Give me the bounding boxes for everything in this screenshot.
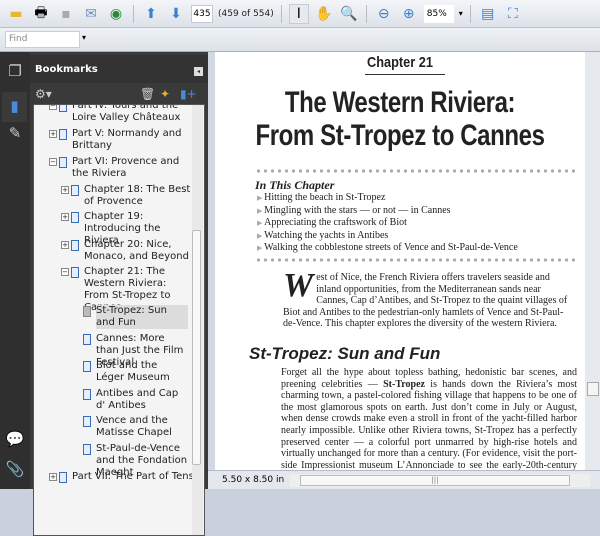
page-count: (459 of 554) — [218, 8, 274, 19]
bookmarks-header: Bookmarks ◂ — [30, 55, 208, 83]
find-dropdown-icon[interactable]: ▾ — [82, 33, 86, 42]
zoom-in-icon[interactable]: ⊕ — [399, 4, 419, 24]
bookmark-part-4[interactable]: − Part IV: Tours and the Loire Valley Châ… — [49, 105, 197, 124]
drop-cap: W — [283, 267, 314, 304]
bookmark-icon — [83, 334, 91, 345]
page-size: 5.50 x 8.50 in — [222, 475, 285, 485]
separator — [133, 4, 134, 23]
bookmark-st-tropez[interactable]: St-Tropez: Sun and Fun — [83, 305, 188, 329]
separator — [469, 4, 471, 23]
section-heading: St-Tropez: Sun and Fun — [249, 344, 441, 363]
bookmark-icon — [83, 416, 91, 427]
bookmark-icon — [83, 389, 91, 400]
page-number-input[interactable]: 435 — [191, 4, 213, 23]
save-icon[interactable]: ▪ — [56, 4, 76, 24]
options-gear-icon[interactable]: ⚙▾ — [35, 87, 52, 101]
bookmark-icon — [83, 444, 91, 455]
pages-icon[interactable]: ❐ — [5, 62, 25, 82]
dotted-divider — [255, 258, 575, 262]
hand-tool-icon[interactable]: ✋ — [314, 4, 334, 24]
next-page-icon[interactable]: ⬇ — [166, 4, 186, 24]
bookmark-icon — [59, 105, 67, 112]
fit-width-icon[interactable]: ▤ — [478, 4, 498, 24]
collaborate-globe-icon[interactable]: ◉ — [106, 4, 126, 24]
expand-icon[interactable]: + — [49, 130, 57, 138]
toolbar: ▬ 🖶 ▪ ✉ ◉ ⬆ ⬇ 435 (459 of 554) I ✋ 🔍 ⊖ ⊕… — [0, 0, 600, 28]
separator — [280, 4, 282, 23]
bookmarks-title: Bookmarks — [35, 64, 98, 75]
bookmark-icon — [71, 240, 79, 251]
bookmark-tree: − Part IV: Tours and the Loire Valley Châ… — [33, 104, 205, 536]
attachments-icon[interactable]: 📎 — [5, 460, 25, 480]
collapse-icon[interactable]: − — [49, 158, 57, 166]
bookmarks-scroll-thumb[interactable] — [192, 230, 201, 465]
zoom-dropdown-icon[interactable]: ▾ — [459, 9, 463, 18]
comments-icon[interactable]: 💬 — [5, 430, 25, 450]
collapse-icon[interactable]: − — [49, 105, 57, 110]
chapter-underline — [365, 74, 445, 75]
chapter-number: Chapter 21 — [367, 54, 433, 71]
bookmark-icon — [59, 129, 67, 140]
signatures-icon[interactable]: ✎ — [5, 124, 25, 144]
expand-bookmark-icon[interactable]: ▮+ — [180, 87, 197, 101]
bookmark-vence[interactable]: Vence and the Matisse Chapel — [83, 415, 188, 439]
bookmarks-icon[interactable]: ▮ — [2, 92, 27, 122]
bookmarks-scrollbar[interactable] — [192, 105, 203, 535]
bookmark-icon — [59, 472, 67, 483]
document-horizontal-scrollbar[interactable]: ||| — [290, 474, 590, 487]
delete-bookmark-icon[interactable]: 🗑 — [140, 87, 155, 101]
fit-page-icon[interactable]: ⛶ — [503, 4, 523, 24]
body-paragraph: Forget all the hype about topless bathin… — [281, 367, 578, 470]
dotted-divider — [255, 169, 575, 173]
bookmark-icon — [59, 157, 67, 168]
bookmarks-panel: Bookmarks ◂ ⚙▾ 🗑 ✦ ▮+ − Part IV: Tours an… — [30, 52, 208, 536]
expand-icon[interactable]: + — [61, 186, 69, 194]
previous-page-icon[interactable]: ⬆ — [141, 4, 161, 24]
bookmark-chapter-18[interactable]: + Chapter 18: The Best of Provence — [61, 184, 194, 208]
marquee-zoom-icon[interactable]: 🔍 — [339, 4, 359, 24]
bookmark-icon — [71, 212, 79, 223]
bookmark-icon — [83, 361, 91, 372]
collapse-icon[interactable]: − — [61, 268, 69, 276]
email-icon[interactable]: ✉ — [81, 4, 101, 24]
bookmarks-toolbar: ⚙▾ 🗑 ✦ ▮+ — [30, 85, 208, 105]
find-bar: Find ▾ — [0, 28, 600, 52]
open-folder-icon[interactable]: ▬ — [6, 4, 26, 24]
pdf-page: Chapter 21 The Western Riviera: From St-T… — [215, 52, 585, 470]
select-tool-icon[interactable]: I — [288, 3, 309, 24]
navigation-pane-strip: ❐ ▮ ✎ 💬 📎 — [0, 52, 30, 489]
bookmark-chapter-20[interactable]: + Chapter 20: Nice, Monaco, and Beyond — [61, 239, 194, 263]
bookmark-part-6[interactable]: − Part VI: Provence and the Riviera — [49, 156, 197, 180]
intro-paragraph: West of Nice, the French Riviera offers … — [283, 267, 568, 330]
bookmark-icon — [71, 267, 79, 278]
find-input[interactable]: Find — [5, 31, 80, 48]
bookmark-part-5[interactable]: + Part V: Normandy and Brittany — [49, 128, 197, 152]
bookmark-icon — [71, 185, 79, 196]
in-this-chapter-heading: In This Chapter — [255, 178, 335, 192]
document-scroll-thumb[interactable] — [587, 382, 599, 396]
horizontal-scroll-thumb[interactable]: ||| — [300, 475, 570, 486]
bookmark-icon — [83, 306, 91, 317]
expand-icon[interactable]: + — [61, 241, 69, 249]
new-bookmark-icon[interactable]: ✦ — [160, 87, 170, 101]
expand-icon[interactable]: + — [61, 213, 69, 221]
document-vertical-scrollbar[interactable] — [585, 52, 600, 470]
bookmark-biot[interactable]: Biot and the Léger Museum — [83, 360, 188, 384]
separator — [365, 4, 367, 23]
zoom-out-icon[interactable]: ⊖ — [374, 4, 394, 24]
chapter-title: The Western Riviera: From St-Tropez to Ca… — [255, 86, 545, 152]
expand-icon[interactable]: + — [49, 473, 57, 481]
status-bar: 5.50 x 8.50 in ||| — [208, 470, 600, 489]
zoom-level-input[interactable]: 85% — [423, 4, 454, 23]
document-area: Chapter 21 The Western Riviera: From St-T… — [208, 52, 600, 470]
bookmark-part-7[interactable]: + Part VII: The Part of Tens — [49, 471, 204, 483]
collapse-panel-button[interactable]: ◂ — [194, 67, 203, 76]
chapter-bullets: Hitting the beach in St-Tropez Mingling … — [257, 192, 518, 255]
print-icon[interactable]: 🖶 — [31, 4, 51, 24]
bookmark-antibes[interactable]: Antibes and Cap d' Antibes — [83, 388, 188, 412]
